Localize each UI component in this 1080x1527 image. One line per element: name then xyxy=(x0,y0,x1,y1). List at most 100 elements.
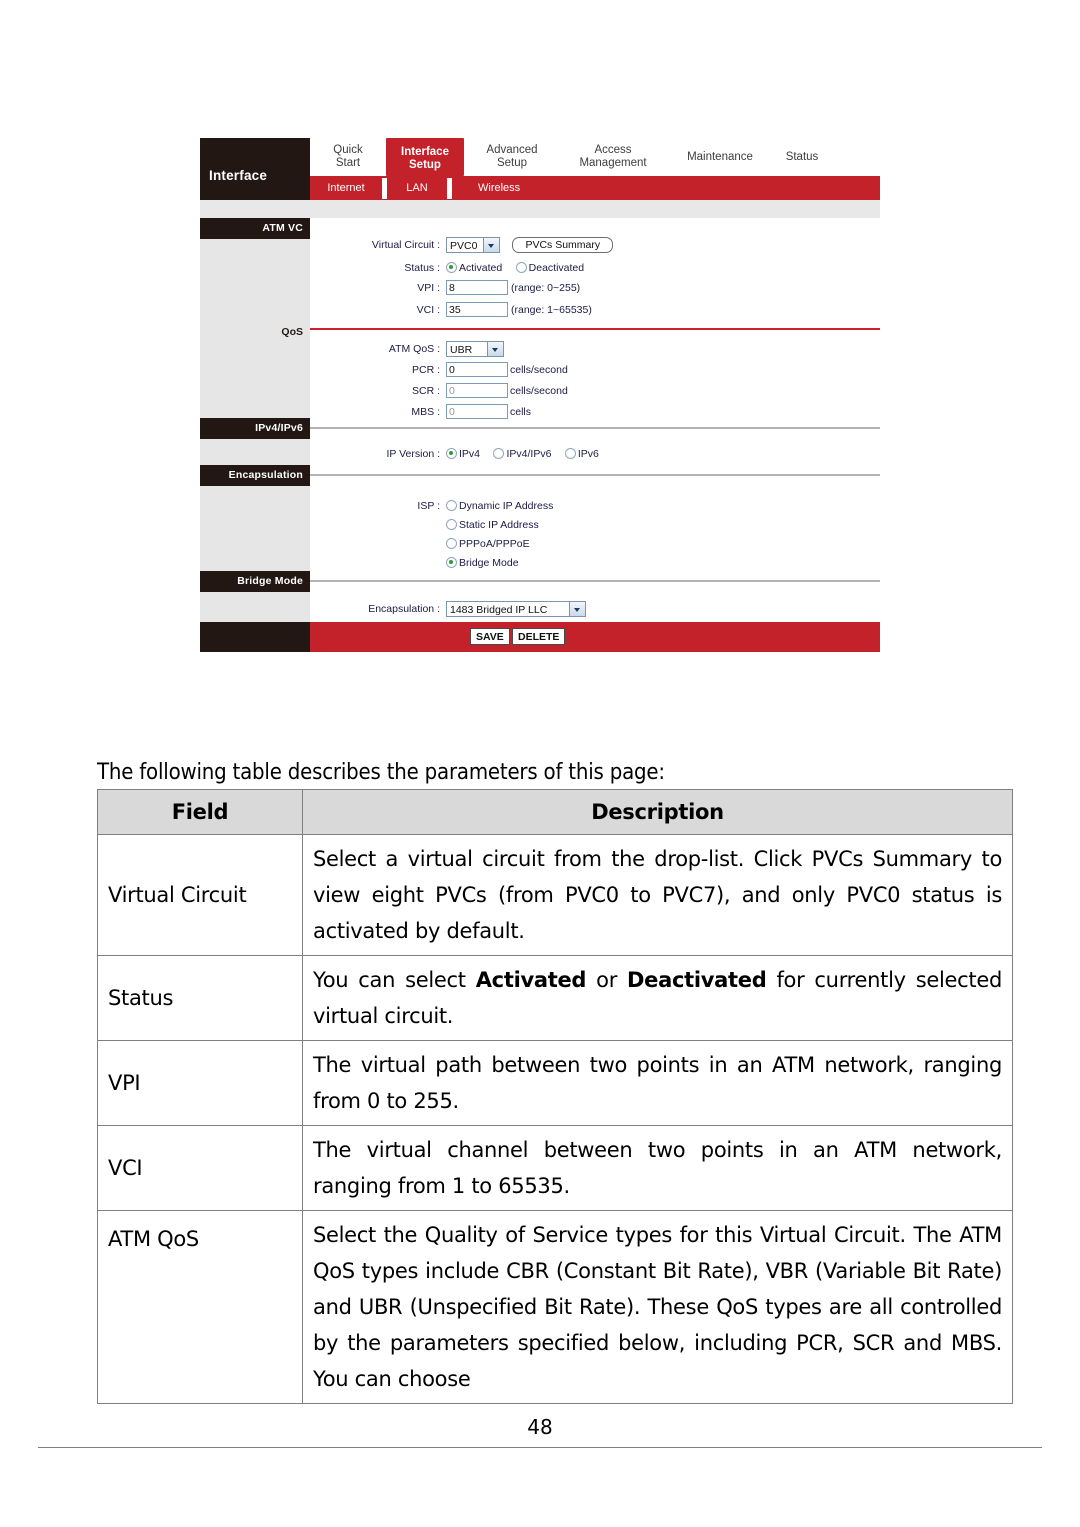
isp-option-bridge[interactable]: Bridge Mode xyxy=(446,554,528,572)
isp-pppoe-radio[interactable] xyxy=(446,538,457,550)
encapsulation-label: Encapsulation : xyxy=(368,603,440,615)
tab-quick-start[interactable]: Quick Start xyxy=(318,144,378,170)
ip-version-controls: IPv4 IPv4/IPv6 IPv6 xyxy=(446,445,608,463)
atm-qos-label: ATM QoS : xyxy=(388,343,440,355)
isp-static-radio[interactable] xyxy=(446,519,457,531)
table-row: ATM QoS Select the Quality of Service ty… xyxy=(97,1210,1013,1404)
section-ipv4-ipv6: IPv4/IPv6 xyxy=(200,418,310,439)
section-qos: QoS xyxy=(281,326,303,338)
field-vci: VCI xyxy=(97,1125,303,1211)
field-status: Status xyxy=(97,955,303,1041)
isp-option-pppoe[interactable]: PPPoA/PPPoE xyxy=(446,535,539,553)
desc-vci: The virtual channel between two points i… xyxy=(302,1125,1013,1211)
ip-version-ipv4-radio[interactable] xyxy=(446,448,457,460)
pvcs-summary-button[interactable]: PVCs Summary xyxy=(512,236,614,253)
table-header-row: Field Description xyxy=(97,789,1013,835)
ip-version-ipv6-radio[interactable] xyxy=(564,448,576,460)
header-description: Description xyxy=(302,789,1013,835)
tab-status[interactable]: Status xyxy=(772,151,832,164)
field-vpi: VPI xyxy=(97,1040,303,1126)
tab-advanced-setup[interactable]: Advanced Setup xyxy=(472,144,552,170)
footer-rule xyxy=(38,1447,1042,1448)
row-vpi: VPI : 8 (range: 0~255) xyxy=(200,279,770,297)
bridge-mode-divider xyxy=(310,580,880,582)
page-number: 48 xyxy=(527,1415,553,1439)
row-isp: ISP : Dynamic IP Address xyxy=(200,497,770,515)
mbs-unit-label: cells xyxy=(510,405,532,418)
virtual-circuit-value: PVC0 xyxy=(450,239,478,252)
router-action-bar: SAVE DELETE xyxy=(200,622,880,652)
router-body: ATM VC QoS IPv4/IPv6 Encapsulation Bridg… xyxy=(200,218,880,652)
desc-status: You can select Activated or Deactivated … xyxy=(302,955,1013,1041)
isp-bridge-label: Bridge Mode xyxy=(459,556,519,569)
encapsulation-divider xyxy=(310,474,880,476)
isp-label: ISP : xyxy=(417,500,440,512)
subtab-internet[interactable]: Internet xyxy=(310,178,382,199)
desc-status-pre: You can select xyxy=(313,968,476,992)
desc-status-deactivated: Deactivated xyxy=(627,968,767,992)
virtual-circuit-select[interactable]: PVC0 xyxy=(446,236,500,253)
desc-status-activated: Activated xyxy=(475,968,587,992)
desc-atm-qos: Select the Quality of Service types for … xyxy=(302,1210,1013,1404)
vpi-label: VPI : xyxy=(417,282,440,294)
router-brand-label: Interface xyxy=(209,168,268,183)
atm-qos-select[interactable]: UBR xyxy=(446,340,504,357)
isp-option-static[interactable]: Static IP Address xyxy=(446,516,548,534)
isp-pppoe-label: PPPoA/PPPoE xyxy=(459,537,530,550)
row-status: Status : Activated Deactivated xyxy=(200,259,770,277)
pcr-input[interactable]: 0 xyxy=(446,362,508,378)
delete-button[interactable]: DELETE xyxy=(512,628,566,645)
tab-maintenance[interactable]: Maintenance xyxy=(674,151,766,164)
status-deactivated-label: Deactivated xyxy=(528,261,585,274)
chevron-down-icon xyxy=(569,601,585,616)
row-isp-pppoe: PPPoA/PPPoE xyxy=(200,535,770,553)
mbs-controls: 0 cells xyxy=(446,403,531,421)
row-virtual-circuit: Virtual Circuit : PVC0 PVCs Summary xyxy=(200,236,770,254)
pcr-controls: 0 cells/second xyxy=(446,361,568,379)
tab-interface-setup[interactable]: Interface Setup xyxy=(386,138,464,176)
subtab-lan[interactable]: LAN xyxy=(387,178,447,199)
encapsulation-select[interactable]: 1483 Bridged IP LLC xyxy=(446,600,586,617)
isp-bridge-radio[interactable] xyxy=(446,557,457,569)
intro-paragraph: The following table describes the parame… xyxy=(97,760,665,785)
save-button[interactable]: SAVE xyxy=(470,628,510,645)
ip-version-ipv4ipv6-label: IPv4/IPv6 xyxy=(506,447,552,460)
scr-unit-label: cells/second xyxy=(510,384,568,397)
isp-dynamic-label: Dynamic IP Address xyxy=(459,499,554,512)
scr-input[interactable]: 0 xyxy=(446,383,508,399)
router-navbar: Interface Quick Start Interface Setup Adva… xyxy=(200,138,880,218)
vpi-range-hint: (range: 0~255) xyxy=(511,281,581,294)
isp-static-label: Static IP Address xyxy=(459,518,539,531)
row-pcr: PCR : 0 cells/second xyxy=(200,361,770,379)
table-row: Status You can select Activated or Deact… xyxy=(97,955,1013,1041)
status-activated-radio[interactable] xyxy=(446,262,457,274)
table-row: VPI The virtual path between two points … xyxy=(97,1040,1013,1126)
vpi-input[interactable]: 8 xyxy=(446,280,508,296)
virtual-circuit-label: Virtual Circuit : xyxy=(371,239,440,251)
tab-access-management[interactable]: Access Management xyxy=(558,144,668,170)
field-virtual-circuit: Virtual Circuit xyxy=(97,834,303,956)
encapsulation-value: 1483 Bridged IP LLC xyxy=(450,603,548,616)
status-deactivated-radio[interactable] xyxy=(515,262,527,274)
action-bar-dark-block xyxy=(200,622,310,652)
vci-controls: 35 (range: 1~65535) xyxy=(446,301,592,319)
isp-option-dynamic[interactable]: Dynamic IP Address xyxy=(446,497,562,515)
router-brand: Interface xyxy=(200,138,310,200)
vci-label: VCI : xyxy=(416,304,440,316)
vci-input[interactable]: 35 xyxy=(446,302,508,318)
isp-dynamic-radio[interactable] xyxy=(446,500,457,512)
row-ip-version: IP Version : IPv4 IPv4/IPv6 IPv6 xyxy=(200,445,770,463)
section-encapsulation: Encapsulation xyxy=(200,465,310,486)
pcr-unit-label: cells/second xyxy=(510,363,568,376)
ip-version-label: IP Version : xyxy=(386,448,440,460)
row-isp-static: Static IP Address xyxy=(200,516,770,534)
status-controls: Activated Deactivated xyxy=(446,259,593,277)
ip-version-ipv4ipv6-radio[interactable] xyxy=(493,448,505,460)
document-page: Interface Quick Start Interface Setup Adva… xyxy=(0,0,1080,1527)
row-scr: SCR : 0 cells/second xyxy=(200,382,770,400)
subtab-wireless[interactable]: Wireless xyxy=(452,178,880,199)
pcr-label: PCR : xyxy=(411,364,440,376)
mbs-input[interactable]: 0 xyxy=(446,404,508,420)
atm-qos-value: UBR xyxy=(450,343,473,356)
parameters-table: Field Description Virtual Circuit Select… xyxy=(97,789,1013,1404)
